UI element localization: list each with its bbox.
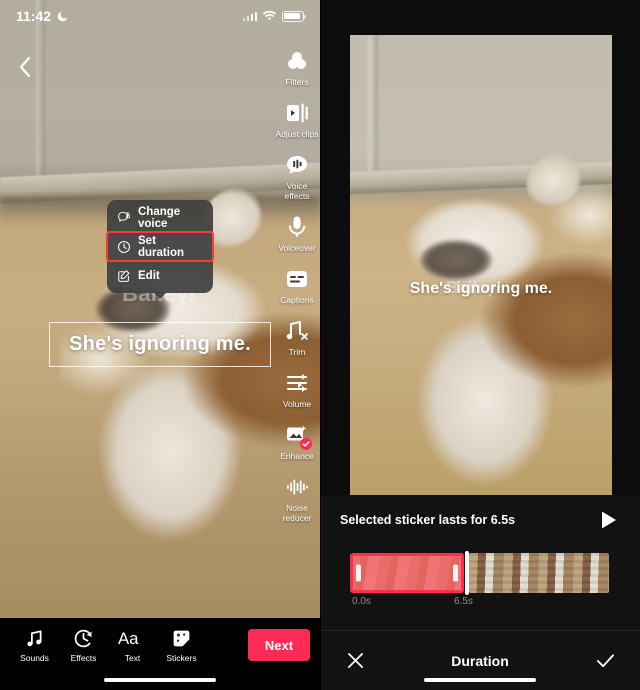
chevron-left-icon xyxy=(19,56,31,78)
effects-clock-icon xyxy=(73,628,94,650)
tool-label: Voiceover xyxy=(278,243,316,253)
tool-label: Filters xyxy=(285,77,309,87)
tool-voice-effects[interactable]: Voice effects xyxy=(274,152,320,201)
stickers-icon xyxy=(171,628,192,650)
close-x-icon xyxy=(347,652,363,669)
tool-label: Captions xyxy=(280,295,314,305)
next-button[interactable]: Next xyxy=(248,629,310,661)
duration-panel: Selected sticker lasts for 6.5s 0.0s 6.5… xyxy=(320,495,640,690)
status-bar: 11:42 xyxy=(0,0,320,32)
checkmark-icon xyxy=(596,654,614,668)
noise-reducer-icon xyxy=(284,474,310,500)
wifi-icon xyxy=(262,10,277,21)
pencil-square-icon xyxy=(117,269,131,283)
check-badge xyxy=(300,438,312,450)
timeline-start-label: 0.0s xyxy=(352,596,371,607)
tool-filters[interactable]: Filters xyxy=(274,48,320,87)
duration-header: Selected sticker lasts for 6.5s xyxy=(320,495,640,531)
menu-item-set-duration[interactable]: Set duration xyxy=(106,231,214,262)
play-button[interactable] xyxy=(598,509,620,531)
svg-text:Aa: Aa xyxy=(118,629,139,648)
filters-icon xyxy=(284,48,310,74)
pane-divider xyxy=(320,0,321,690)
wall-seam xyxy=(368,35,378,185)
voice-change-icon xyxy=(117,211,131,225)
bottom-item-label: Text xyxy=(124,652,141,663)
tool-label: Voice effects xyxy=(284,181,310,201)
timeline-thumbnails[interactable] xyxy=(469,553,609,593)
timeline-end-label: 6.5s xyxy=(454,596,473,607)
home-indicator xyxy=(104,677,216,682)
menu-item-label: Edit xyxy=(138,269,160,282)
status-time: 11:42 xyxy=(16,8,52,24)
cellular-signal-icon xyxy=(242,11,257,21)
bottom-item-effects[interactable]: Effects xyxy=(59,628,108,663)
tool-label: Noise reducer xyxy=(282,503,312,523)
video-preview-left[interactable]: Bailey! xyxy=(0,0,320,618)
bottom-item-stickers[interactable]: Stickers xyxy=(157,628,206,663)
bottom-item-label: Sounds xyxy=(20,652,49,663)
tool-label: Trim xyxy=(288,347,306,357)
text-sticker-selected[interactable]: She's ignoring me. xyxy=(49,322,271,367)
voice-effects-icon xyxy=(284,152,310,178)
tool-label: Volume xyxy=(282,399,312,409)
menu-item-edit[interactable]: Edit xyxy=(107,261,213,290)
bottom-item-sounds[interactable]: Sounds xyxy=(10,628,59,663)
bottom-toolbar-row: Sounds Effects Aa Text Stickers Next xyxy=(0,618,320,672)
timeline-track xyxy=(350,551,623,595)
text-sticker: She's ignoring me. xyxy=(409,280,553,297)
duration-header-text: Selected sticker lasts for 6.5s xyxy=(340,513,516,527)
confirm-button[interactable] xyxy=(592,648,618,674)
duration-title: Duration xyxy=(451,652,509,669)
tool-voiceover[interactable]: Voiceover xyxy=(274,214,320,253)
enhance-icon xyxy=(284,422,312,450)
sticker-duration-selection[interactable] xyxy=(350,553,464,593)
back-button[interactable] xyxy=(10,52,40,82)
close-button[interactable] xyxy=(342,648,368,674)
tool-volume[interactable]: Volume xyxy=(274,370,320,409)
tool-trim[interactable]: Trim xyxy=(274,318,320,357)
crescent-moon-icon xyxy=(57,11,68,21)
bottom-item-text[interactable]: Aa Text xyxy=(108,628,157,663)
home-indicator xyxy=(424,677,536,682)
battery-icon xyxy=(282,10,307,22)
adjust-clips-icon xyxy=(284,100,310,126)
sticker-context-menu: Change voice Set duration Edit xyxy=(106,200,214,293)
menu-item-change-voice[interactable]: Change voice xyxy=(107,203,213,232)
video-frame xyxy=(350,35,612,495)
right-duration-screen: Bailey! She's ignoring me. Selected stic… xyxy=(320,0,640,690)
app-root: Bailey! 11:42 xyxy=(0,0,640,690)
bottom-item-label: Stickers xyxy=(166,652,197,663)
clock-icon xyxy=(117,240,131,254)
status-bar-right xyxy=(242,10,307,22)
tool-label: Enhance xyxy=(280,451,314,461)
tool-noise-reducer[interactable]: Noise reducer xyxy=(274,474,320,523)
timeline-labels: 0.0s 6.5s xyxy=(350,596,623,610)
tool-captions[interactable]: Captions xyxy=(274,266,320,305)
captions-icon xyxy=(284,266,310,292)
tool-adjust-clips[interactable]: Adjust clips xyxy=(274,100,320,139)
text-aa-icon: Aa xyxy=(118,628,148,650)
video-preview-right[interactable]: Bailey! She's ignoring me. xyxy=(350,35,612,495)
status-bar-left: 11:42 xyxy=(16,8,69,24)
bottom-item-label: Effects xyxy=(70,652,97,663)
volume-sliders-icon xyxy=(284,370,310,396)
tool-label: Adjust clips xyxy=(275,129,319,139)
trim-handle-right[interactable] xyxy=(453,564,458,582)
menu-item-label: Set duration xyxy=(138,234,184,259)
playhead[interactable] xyxy=(465,551,469,595)
bottom-toolbar: Sounds Effects Aa Text Stickers Next xyxy=(0,618,320,690)
tool-enhance[interactable]: Enhance xyxy=(274,422,320,461)
duration-timeline[interactable] xyxy=(350,551,623,595)
dog-subject xyxy=(390,185,612,495)
menu-item-label: Change voice xyxy=(138,205,181,230)
left-editor-screen: Bailey! 11:42 xyxy=(0,0,320,690)
music-note-icon xyxy=(24,628,45,650)
dog-snout xyxy=(420,240,492,280)
trim-handle-left[interactable] xyxy=(356,564,361,582)
tool-rail: Filters Adjust clips Voice effects Voice… xyxy=(274,48,320,523)
play-icon xyxy=(602,511,616,529)
microphone-icon xyxy=(284,214,310,240)
trim-icon xyxy=(284,318,310,344)
